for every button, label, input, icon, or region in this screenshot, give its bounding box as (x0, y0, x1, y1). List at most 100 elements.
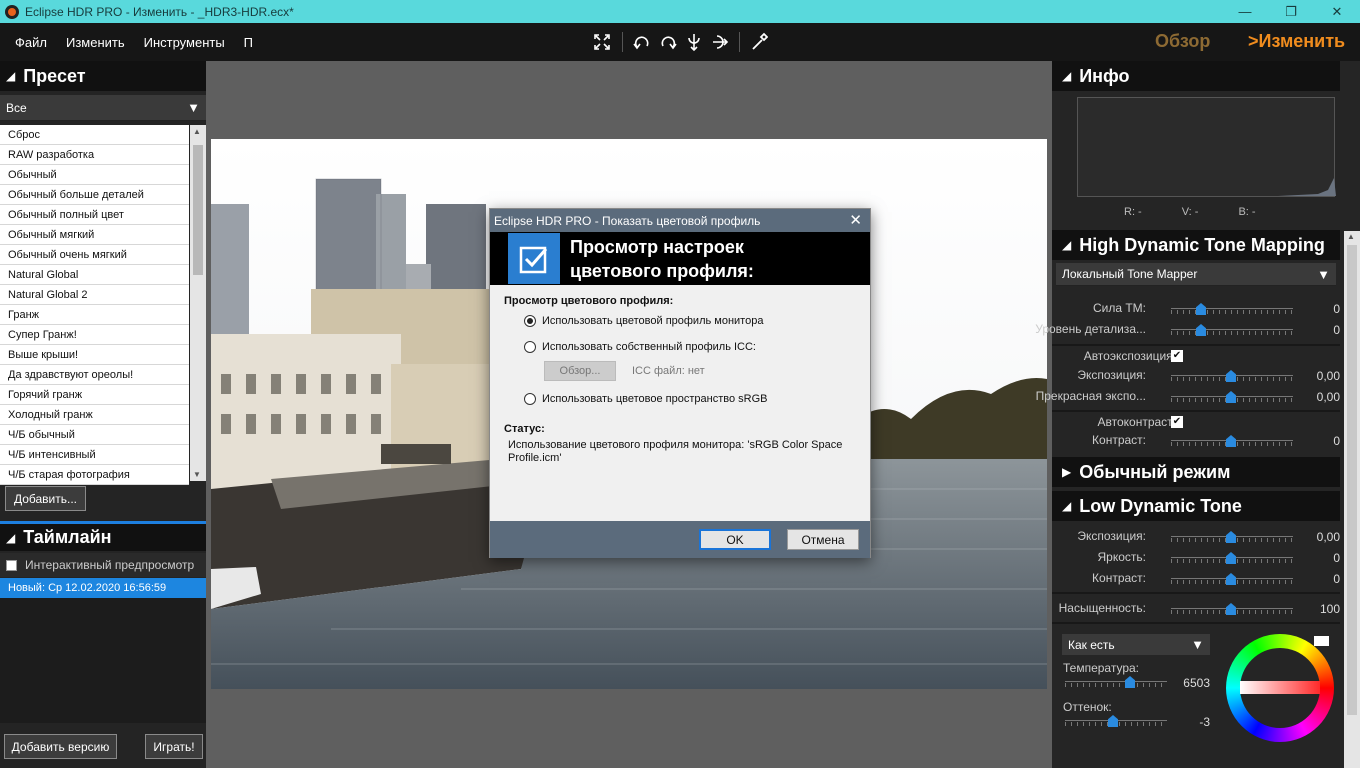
color-wheel[interactable] (1226, 634, 1334, 742)
color-mode-dropdown[interactable]: Как есть ▼ (1062, 634, 1210, 655)
exposure-slider[interactable]: Экспозиция: 0,00 (1052, 366, 1340, 386)
overview-mode-tab[interactable]: Обзор (1155, 31, 1210, 52)
right-scrollbar[interactable]: ▲ (1344, 231, 1360, 768)
brightness-slider[interactable]: Яркость: 0 (1052, 548, 1340, 568)
preset-item[interactable]: Обычный (0, 165, 189, 185)
ldr-header[interactable]: ◢ Low Dynamic Tone (1052, 491, 1340, 521)
contrast-slider[interactable]: Контраст: 0 (1052, 431, 1340, 451)
ok-button[interactable]: OK (699, 529, 771, 550)
preset-item[interactable]: Супер Гранж! (0, 325, 189, 345)
hdr-header[interactable]: ◢ High Dynamic Tone Mapping (1052, 230, 1340, 260)
option-monitor-profile[interactable]: Использовать цветовой профиль монитора (504, 315, 856, 327)
preset-item[interactable]: Ч/Б старая фотография (0, 465, 189, 485)
minimize-button[interactable]: — (1222, 0, 1268, 23)
ldr-contrast-label: Контраст: (1092, 571, 1146, 585)
preset-item[interactable]: Холодный гранж (0, 405, 189, 425)
flip-horizontal-icon[interactable] (711, 32, 729, 52)
menu-file[interactable]: Файл (15, 35, 47, 50)
slider-handle[interactable] (1108, 715, 1118, 727)
preset-item[interactable]: Обычный очень мягкий (0, 245, 189, 265)
menu-edit[interactable]: Изменить (66, 35, 125, 50)
saturation-slider[interactable]: Насыщенность: 100 (1052, 599, 1340, 619)
slider-handle[interactable] (1226, 603, 1236, 615)
tint-slider[interactable]: -3 (1052, 712, 1222, 732)
srgb-label: Использовать цветовое пространство sRGB (542, 393, 768, 405)
fit-screen-icon[interactable] (592, 32, 612, 52)
preset-item[interactable]: Да здравствуют ореолы! (0, 365, 189, 385)
tm-strength-slider[interactable]: Сила ТМ: 0 (1052, 299, 1340, 319)
white-swatch[interactable] (1314, 636, 1329, 646)
color-balance-bar[interactable] (1240, 681, 1320, 694)
ldr-exposure-slider[interactable]: Экспозиция: 0,00 (1052, 527, 1340, 547)
auto-contrast-row[interactable]: Автоконтраст: ✔ (1052, 413, 1340, 431)
normal-mode-header[interactable]: ▶ Обычный режим (1052, 457, 1340, 487)
cancel-button[interactable]: Отмена (787, 529, 859, 550)
slider-handle[interactable] (1196, 303, 1206, 315)
rotate-left-icon[interactable] (633, 32, 651, 52)
preset-scrollbar[interactable]: ▲ ▼ (190, 125, 206, 481)
slider-handle[interactable] (1226, 370, 1236, 382)
preset-item[interactable]: Выше крыши! (0, 345, 189, 365)
temperature-slider[interactable]: 6503 (1052, 673, 1222, 693)
dialog-close-button[interactable]: ✕ (849, 211, 862, 229)
preset-item[interactable]: Ч/Б интенсивный (0, 445, 189, 465)
interactive-preview-row[interactable]: Интерактивный предпросмотр (0, 553, 206, 577)
info-header[interactable]: ◢ Инфо (1052, 61, 1340, 91)
eyedropper-icon[interactable] (750, 32, 768, 52)
slider-handle[interactable] (1226, 552, 1236, 564)
scroll-down-icon[interactable]: ▼ (193, 470, 201, 479)
add-preset-button[interactable]: Добавить... (5, 486, 86, 511)
scroll-thumb[interactable] (193, 145, 203, 275)
scroll-thumb[interactable] (1347, 245, 1357, 715)
option-srgb[interactable]: Использовать цветовое пространство sRGB (504, 393, 856, 405)
preset-item[interactable]: Горячий гранж (0, 385, 189, 405)
timeline-header[interactable]: ◢ Таймлайн (0, 521, 206, 551)
detail-level-slider[interactable]: Уровень детализа... 0 (1035, 320, 1340, 340)
srgb-radio[interactable] (524, 393, 536, 405)
menu-tools[interactable]: Инструменты (144, 35, 225, 50)
add-version-button[interactable]: Добавить версию (4, 734, 117, 759)
saturation-label: Насыщенность: (1058, 601, 1146, 615)
slider-handle[interactable] (1226, 531, 1236, 543)
preset-item[interactable]: Гранж (0, 305, 189, 325)
preset-item[interactable]: RAW разработка (0, 145, 189, 165)
monitor-profile-radio[interactable] (524, 315, 536, 327)
preset-header[interactable]: ◢ Пресет (0, 61, 206, 91)
auto-contrast-checkbox[interactable]: ✔ (1171, 416, 1183, 428)
rotate-right-icon[interactable] (659, 32, 677, 52)
browse-button[interactable]: Обзор... (544, 361, 616, 381)
status-label: Статус: (504, 423, 545, 435)
slider-handle[interactable] (1226, 435, 1236, 447)
auto-exposure-checkbox[interactable]: ✔ (1171, 350, 1183, 362)
option-custom-profile[interactable]: Использовать собственный профиль ICC: (504, 341, 856, 353)
scroll-up-icon[interactable]: ▲ (1347, 232, 1355, 241)
slider-handle[interactable] (1226, 391, 1236, 403)
slider-handle[interactable] (1226, 573, 1236, 585)
auto-exposure-row[interactable]: Автоэкспозиция: ✔ (1052, 347, 1340, 365)
preset-filter-dropdown[interactable]: Все ▼ (0, 95, 206, 121)
scroll-up-icon[interactable]: ▲ (193, 127, 201, 136)
custom-profile-radio[interactable] (524, 341, 536, 353)
preset-item[interactable]: Natural Global (0, 265, 189, 285)
interactive-preview-checkbox[interactable] (6, 559, 17, 571)
maximize-button[interactable]: ❐ (1268, 0, 1314, 23)
menu-more[interactable]: П (244, 35, 253, 50)
ldr-contrast-slider[interactable]: Контраст: 0 (1052, 569, 1340, 589)
play-button[interactable]: Играть! (145, 734, 203, 759)
preset-item[interactable]: Обычный мягкий (0, 225, 189, 245)
ldr-exposure-value: 0,00 (1316, 530, 1340, 544)
slider-handle[interactable] (1125, 676, 1135, 688)
flip-vertical-icon[interactable] (685, 32, 703, 52)
preset-item[interactable]: Natural Global 2 (0, 285, 189, 305)
preset-item[interactable]: Сброс (0, 125, 189, 145)
preset-item[interactable]: Ч/Б обычный (0, 425, 189, 445)
tone-mapper-dropdown[interactable]: Локальный Tone Mapper ▼ (1056, 263, 1336, 286)
fine-exposure-slider[interactable]: Прекрасная экспо... 0,00 (1036, 387, 1340, 407)
edit-mode-tab[interactable]: >Изменить (1248, 31, 1345, 52)
slider-ticks (1171, 331, 1293, 335)
preset-item[interactable]: Обычный полный цвет (0, 205, 189, 225)
close-button[interactable]: ✕ (1314, 0, 1360, 23)
preset-item[interactable]: Обычный больше деталей (0, 185, 189, 205)
slider-handle[interactable] (1196, 324, 1206, 336)
timeline-item[interactable]: Новый: Ср 12.02.2020 16:56:59 (0, 578, 206, 598)
